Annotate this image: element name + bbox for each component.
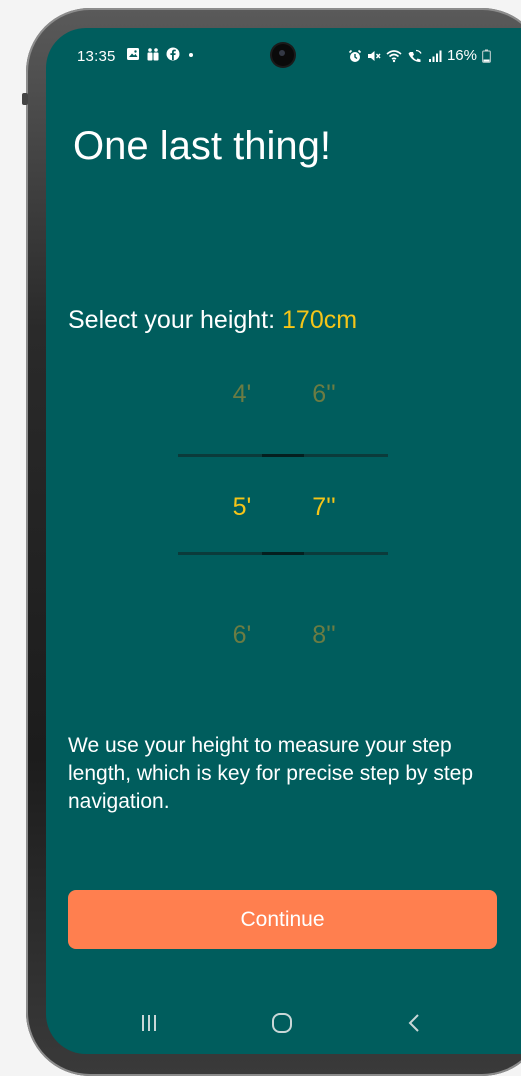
height-explanation: We use your height to measure your step … [68,734,474,813]
home-icon[interactable] [262,1008,302,1038]
feet-wheel[interactable]: 4' 5' 6' [202,368,282,650]
system-status-icons: 16% [348,47,491,64]
system-nav-bar [46,998,521,1048]
app-screen: 13:35 16% One last thing! Select your he… [46,28,521,1054]
notification-icons [126,47,196,61]
height-value: 170cm [282,306,358,334]
picker-divider-upper [178,454,388,457]
feet-option-below[interactable]: 6' [202,621,282,650]
alarm-icon [348,49,362,63]
wifi-icon [386,49,402,63]
recent-apps-icon[interactable] [129,1008,169,1038]
battery-icon [482,49,491,63]
front-camera [272,44,294,66]
facebook-icon [166,47,180,61]
dot-icon [186,47,196,61]
inches-wheel[interactable]: 6'' 7'' 8'' [284,368,364,650]
feet-option-above[interactable]: 4' [202,380,282,409]
status-bar: 13:35 16% [46,28,521,84]
wifi-call-icon [407,49,423,63]
height-prompt: Select your height: 170cm [68,306,357,335]
inches-option-below[interactable]: 8'' [284,621,364,650]
mute-icon [367,49,381,63]
feet-option-selected[interactable]: 5' [202,493,282,522]
back-icon[interactable] [395,1008,435,1038]
teams-icon [146,47,160,61]
battery-percent: 16% [446,47,477,64]
page-title: One last thing! [73,124,331,168]
signal-icon [428,49,442,63]
height-picker[interactable]: 4' 5' 6' 6'' 7'' 8'' [178,368,388,650]
volume-button [22,93,28,105]
continue-button[interactable]: Continue [68,890,497,949]
gallery-icon [126,47,140,61]
status-time: 13:35 [77,48,116,65]
height-label: Select your height: [68,306,276,334]
picker-divider-lower [178,552,388,555]
inches-option-above[interactable]: 6'' [284,380,364,409]
inches-option-selected[interactable]: 7'' [284,493,364,522]
